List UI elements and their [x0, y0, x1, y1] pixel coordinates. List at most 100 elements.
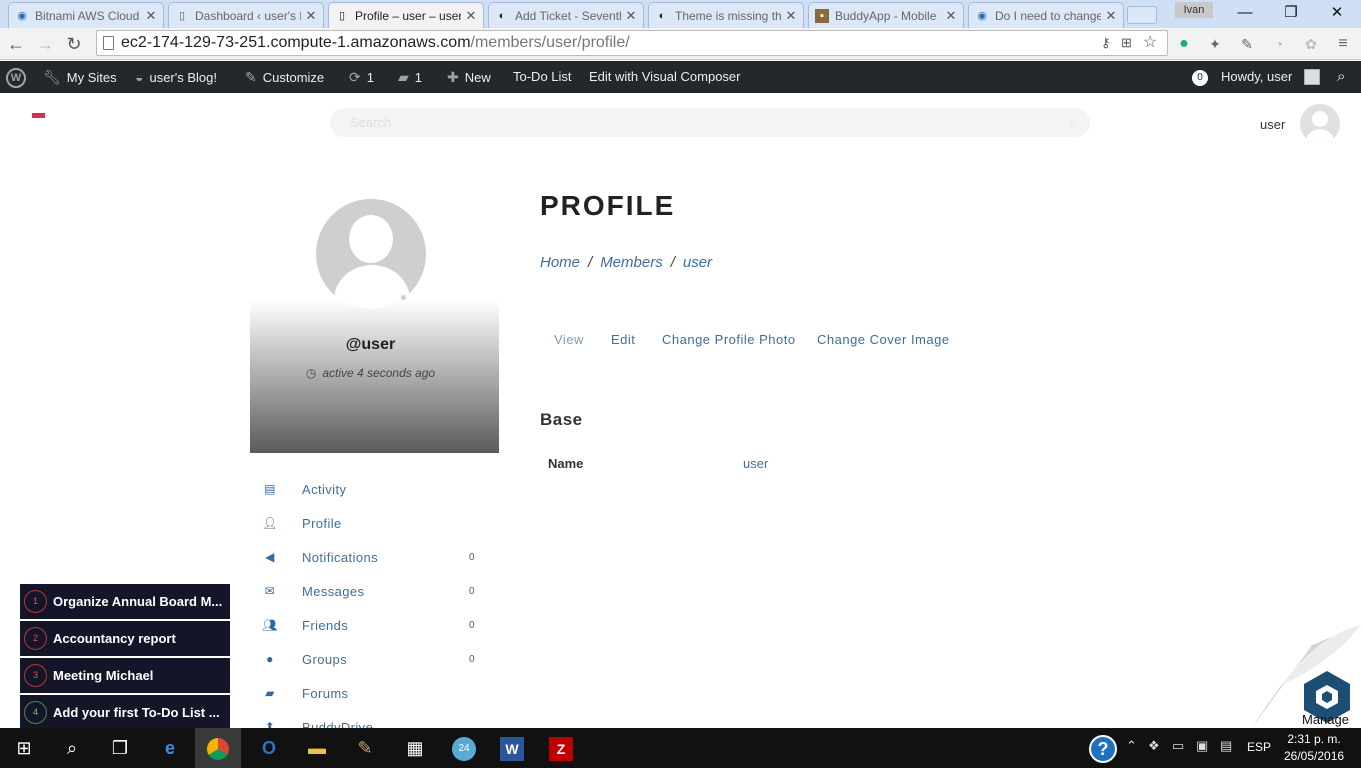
app-24-icon[interactable]: 24 — [449, 733, 479, 763]
header-username[interactable]: user — [1260, 117, 1285, 132]
windows-start-icon[interactable]: ⊞ — [9, 733, 39, 763]
profile-nav-groups[interactable]: ● Groups 0 — [262, 652, 482, 672]
megaphone-icon: ◀ — [265, 550, 275, 564]
browser-tab[interactable]: ◐ Add Ticket - Seventh ✕ — [488, 2, 644, 28]
back-icon[interactable]: ← — [4, 33, 28, 55]
admin-avatar[interactable] — [1304, 69, 1320, 85]
notifications-tray-icon[interactable]: ▤ — [1220, 738, 1232, 754]
search-icon[interactable]: ⌕ — [57, 733, 87, 763]
file-explorer-icon[interactable]: ▬ — [302, 733, 332, 763]
todo-item[interactable]: 4 Add your first To-Do List ... — [20, 695, 230, 730]
language-indicator[interactable]: ESP — [1247, 740, 1271, 754]
help-icon[interactable]: ? — [1088, 733, 1118, 764]
browser-tab[interactable]: ◐ Theme is missing the ✕ — [648, 2, 804, 28]
admin-search-icon[interactable]: ⌕ — [1337, 61, 1345, 93]
tab-title: Add Ticket - Seventh — [515, 8, 621, 23]
howdy-menu[interactable]: Howdy, user — [1221, 61, 1292, 93]
eyedropper-icon[interactable]: ✎ — [1238, 35, 1256, 53]
browser-tab[interactable]: ▪ BuddyApp - Mobile ✕ — [808, 2, 964, 28]
todo-item[interactable]: 3 Meeting Michael — [20, 658, 230, 693]
blog-menu[interactable]: ◒ user's Blog! — [135, 61, 217, 93]
subnav-change-cover-image[interactable]: Change Cover Image — [817, 332, 950, 347]
close-tab-icon[interactable]: ✕ — [305, 8, 317, 24]
nav-count: 0 — [469, 552, 475, 563]
comments-link[interactable]: ▰ 1 — [398, 61, 422, 93]
chrome-taskbar-icon[interactable] — [195, 728, 241, 768]
site-logo[interactable] — [32, 113, 45, 118]
my-sites-menu[interactable]: 🔧︎ My Sites — [43, 61, 117, 93]
restore-icon[interactable]: ❐ — [1268, 0, 1314, 26]
subnav-view[interactable]: View — [554, 332, 584, 347]
grammarly-icon[interactable]: ● — [1175, 35, 1193, 53]
translate-icon[interactable]: ⊞ — [1121, 31, 1132, 55]
close-window-icon[interactable]: ✕ — [1314, 0, 1360, 26]
profile-nav-notifications[interactable]: ◀ Notifications 0 — [262, 550, 482, 570]
bookmark-star-icon[interactable]: ☆ — [1143, 31, 1157, 55]
breadcrumb-members[interactable]: Members — [600, 254, 663, 271]
close-tab-icon[interactable]: ✕ — [1105, 8, 1117, 24]
puzzle-icon[interactable]: ✦ — [1206, 35, 1224, 53]
profile-nav-profile[interactable]: 👤︎ Profile — [262, 516, 482, 536]
browser-profile-name[interactable]: Ivan — [1175, 2, 1213, 18]
new-tab-button[interactable] — [1127, 6, 1157, 24]
dropbox-icon[interactable]: ❖ — [1148, 738, 1160, 754]
updates-link[interactable]: ⟳ 1 — [349, 61, 374, 93]
edge-icon[interactable]: e — [155, 733, 185, 763]
comments-count: 1 — [414, 70, 423, 85]
breadcrumb-user[interactable]: user — [683, 254, 712, 271]
field-value[interactable]: user — [743, 456, 768, 471]
word-icon[interactable]: W — [497, 733, 527, 763]
customize-link[interactable]: ✎ Customize — [245, 61, 324, 93]
close-tab-icon[interactable]: ✕ — [945, 8, 957, 24]
todo-item[interactable]: 2 Accountancy report — [20, 621, 230, 656]
new-content-menu[interactable]: ✚ New — [447, 61, 491, 93]
reload-icon[interactable]: ↻ — [62, 33, 86, 55]
field-label: Name — [548, 456, 584, 471]
manage-label[interactable]: Manage — [1302, 712, 1349, 727]
close-tab-icon[interactable]: ✕ — [465, 8, 477, 24]
profile-nav-forums[interactable]: ▰ Forums — [262, 686, 482, 706]
address-bar[interactable]: ec2-174-129-73-251.compute-1.amazonaws.c… — [96, 30, 1168, 56]
notification-count-badge[interactable]: 0 — [1192, 70, 1208, 86]
key-icon[interactable]: ⚷ — [1101, 31, 1111, 55]
calculator-icon[interactable]: ▦ — [400, 733, 430, 763]
todo-item[interactable]: 1 Organize Annual Board M... — [20, 584, 230, 619]
profile-nav-activity[interactable]: ▤ Activity — [262, 482, 482, 502]
paint-icon[interactable]: ✎ — [350, 733, 380, 763]
extension-icon[interactable]: ◔ — [1270, 35, 1288, 53]
menu-icon[interactable]: ≡ — [1334, 35, 1352, 53]
network-icon[interactable]: ▣ — [1196, 738, 1208, 754]
power-icon[interactable]: ▭ — [1172, 738, 1184, 754]
profile-nav-friends[interactable]: 👥︎ Friends 0 — [262, 618, 482, 638]
nav-label: Friends — [302, 618, 349, 633]
tray-chevron-icon[interactable]: ⌃ — [1126, 738, 1137, 754]
close-tab-icon[interactable]: ✕ — [785, 8, 797, 24]
wordpress-logo-icon[interactable]: W — [6, 61, 26, 93]
todo-number: 1 — [24, 590, 47, 613]
profile-nav-messages[interactable]: ✉ Messages 0 — [262, 584, 482, 604]
breadcrumb-home[interactable]: Home — [540, 254, 580, 271]
page-info-icon[interactable] — [103, 36, 114, 50]
close-tab-icon[interactable]: ✕ — [145, 8, 157, 24]
minimize-icon[interactable]: — — [1222, 0, 1268, 26]
task-view-icon[interactable]: ❐ — [105, 733, 135, 763]
close-tab-icon[interactable]: ✕ — [625, 8, 637, 24]
subnav-edit[interactable]: Edit — [611, 332, 635, 347]
browser-tab-active[interactable]: ▯ Profile – user – user ✕ — [328, 2, 484, 28]
subnav-change-profile-photo[interactable]: Change Profile Photo — [662, 332, 796, 347]
site-search-input[interactable]: Search ⌕ — [330, 108, 1090, 137]
browser-tab[interactable]: ◉ Do I need to change ✕ — [968, 2, 1124, 28]
header-avatar[interactable] — [1300, 104, 1340, 144]
clock[interactable]: 2:31 p. m. 26/05/2016 — [1284, 731, 1344, 765]
outlook-icon[interactable]: O — [254, 733, 284, 763]
filezilla-icon[interactable]: Z — [546, 733, 576, 763]
search-icon[interactable]: ⌕ — [1069, 108, 1076, 137]
forward-icon[interactable]: → — [33, 33, 57, 55]
todo-list-link[interactable]: To-Do List — [513, 61, 572, 93]
profile-nav-buddydrive[interactable]: ⬆ BuddyDrive — [262, 720, 482, 728]
visual-composer-link[interactable]: Edit with Visual Composer — [589, 61, 741, 93]
extension-icon[interactable]: ✿ — [1302, 35, 1320, 53]
browser-tab[interactable]: ▯ Dashboard ‹ user's B ✕ — [168, 2, 324, 28]
browser-tab[interactable]: ◉ Bitnami AWS Cloud ✕ — [8, 2, 164, 28]
customize-label: Customize — [262, 70, 325, 85]
